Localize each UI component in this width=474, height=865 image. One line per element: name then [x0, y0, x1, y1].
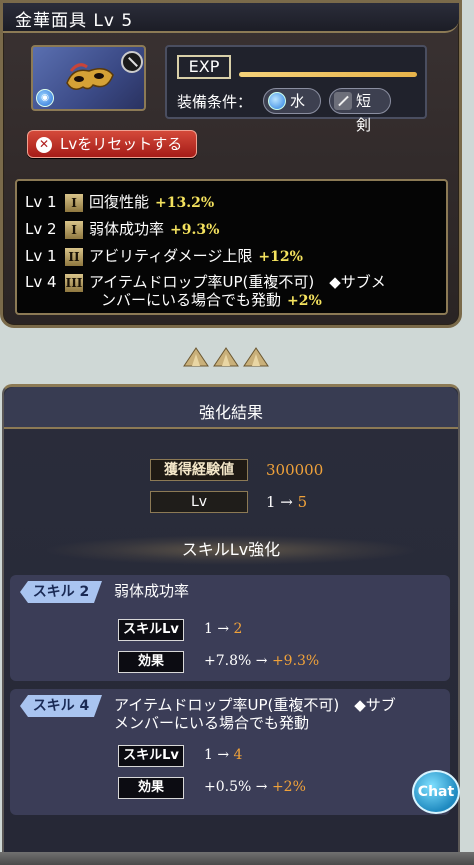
- effect-change: +0.5% → +2%: [204, 779, 306, 795]
- skill-tag: スキル 2: [20, 581, 102, 603]
- zoom-icon[interactable]: [121, 51, 143, 73]
- title-bar: 金華面具 Lv 5: [3, 3, 459, 33]
- item-detail-card: 金華面具 Lv 5 ◉ EXP 装備条件： 水 短剣 ✕ Lvをリセットする L…: [0, 0, 462, 328]
- skill-lv-label: スキルLv: [118, 619, 184, 641]
- exp-bar: [239, 72, 417, 77]
- rank-badge: I: [65, 193, 83, 212]
- skill-row: Lv 1 I 回復性能 +13.2%: [25, 193, 215, 212]
- reset-level-button[interactable]: ✕ Lvをリセットする: [27, 130, 197, 158]
- water-element-icon: ◉: [36, 89, 54, 107]
- dagger-icon: [334, 92, 352, 110]
- progress-arrows-icon: [183, 347, 269, 367]
- close-circle-icon: ✕: [36, 137, 52, 153]
- result-header: 強化結果: [4, 387, 458, 429]
- skill-list: Lv 1 I 回復性能 +13.2% Lv 2 I 弱体成功率 +9.3% Lv 1 II アビ…: [15, 179, 448, 315]
- skill-tag: スキル 4: [20, 695, 102, 717]
- effect-label: 効果: [118, 651, 184, 673]
- exp-label: EXP: [177, 55, 231, 79]
- skill-lv-label: スキルLv: [118, 745, 184, 767]
- skill-upgrade-card: スキル 2 弱体成功率 スキルLv 1 → 2 効果 +7.8% → +9.3%: [10, 575, 450, 681]
- skill-lv-change: 1 → 2: [204, 621, 243, 637]
- skill-row-continued: ンバーにいる場合でも発動 +2%: [101, 291, 322, 309]
- rank-badge: III: [65, 273, 83, 292]
- item-image[interactable]: ◉: [31, 45, 146, 111]
- item-title: 金華面具 Lv 5: [15, 11, 134, 31]
- rank-badge: I: [65, 220, 83, 239]
- exp-gained-value: 300000: [266, 461, 324, 479]
- equip-tag-water: 水: [263, 88, 321, 114]
- effect-change: +7.8% → +9.3%: [204, 653, 320, 669]
- skill-lv-change: 1 → 4: [204, 747, 243, 763]
- skill-name: アイテムドロップ率UP(重複不可) ◆サブ メンバーにいる場合でも発動: [114, 696, 396, 732]
- chat-button[interactable]: Chat: [412, 770, 460, 814]
- lv-label: Lv: [150, 491, 248, 513]
- skill-row: Lv 2 I 弱体成功率 +9.3%: [25, 220, 220, 239]
- skill-row: Lv 1 II アビリティダメージ上限 +12%: [25, 247, 303, 266]
- skill-level-up-heading: スキルLv強化: [44, 535, 418, 565]
- enhance-result-panel: 強化結果 獲得経験値 300000 Lv 1 → 5 スキルLv強化 スキル 2…: [2, 384, 460, 854]
- lv-change: 1 → 5: [266, 493, 308, 511]
- skill-name: 弱体成功率: [114, 582, 190, 600]
- result-title: 強化結果: [198, 403, 263, 422]
- rank-badge: II: [65, 247, 83, 266]
- water-icon: [268, 92, 286, 110]
- effect-label: 効果: [118, 777, 184, 799]
- item-info-box: EXP 装備条件： 水 短剣: [165, 45, 427, 134]
- skill-upgrade-card: スキル 4 アイテムドロップ率UP(重複不可) ◆サブ メンバーにいる場合でも発…: [10, 689, 450, 815]
- equip-tag-dagger: 短剣: [329, 88, 391, 134]
- bottom-bar: [0, 852, 474, 865]
- equip-condition-label: 装備条件：: [177, 93, 253, 111]
- mask-icon: [66, 63, 114, 90]
- exp-gained-label: 獲得経験値: [150, 459, 248, 481]
